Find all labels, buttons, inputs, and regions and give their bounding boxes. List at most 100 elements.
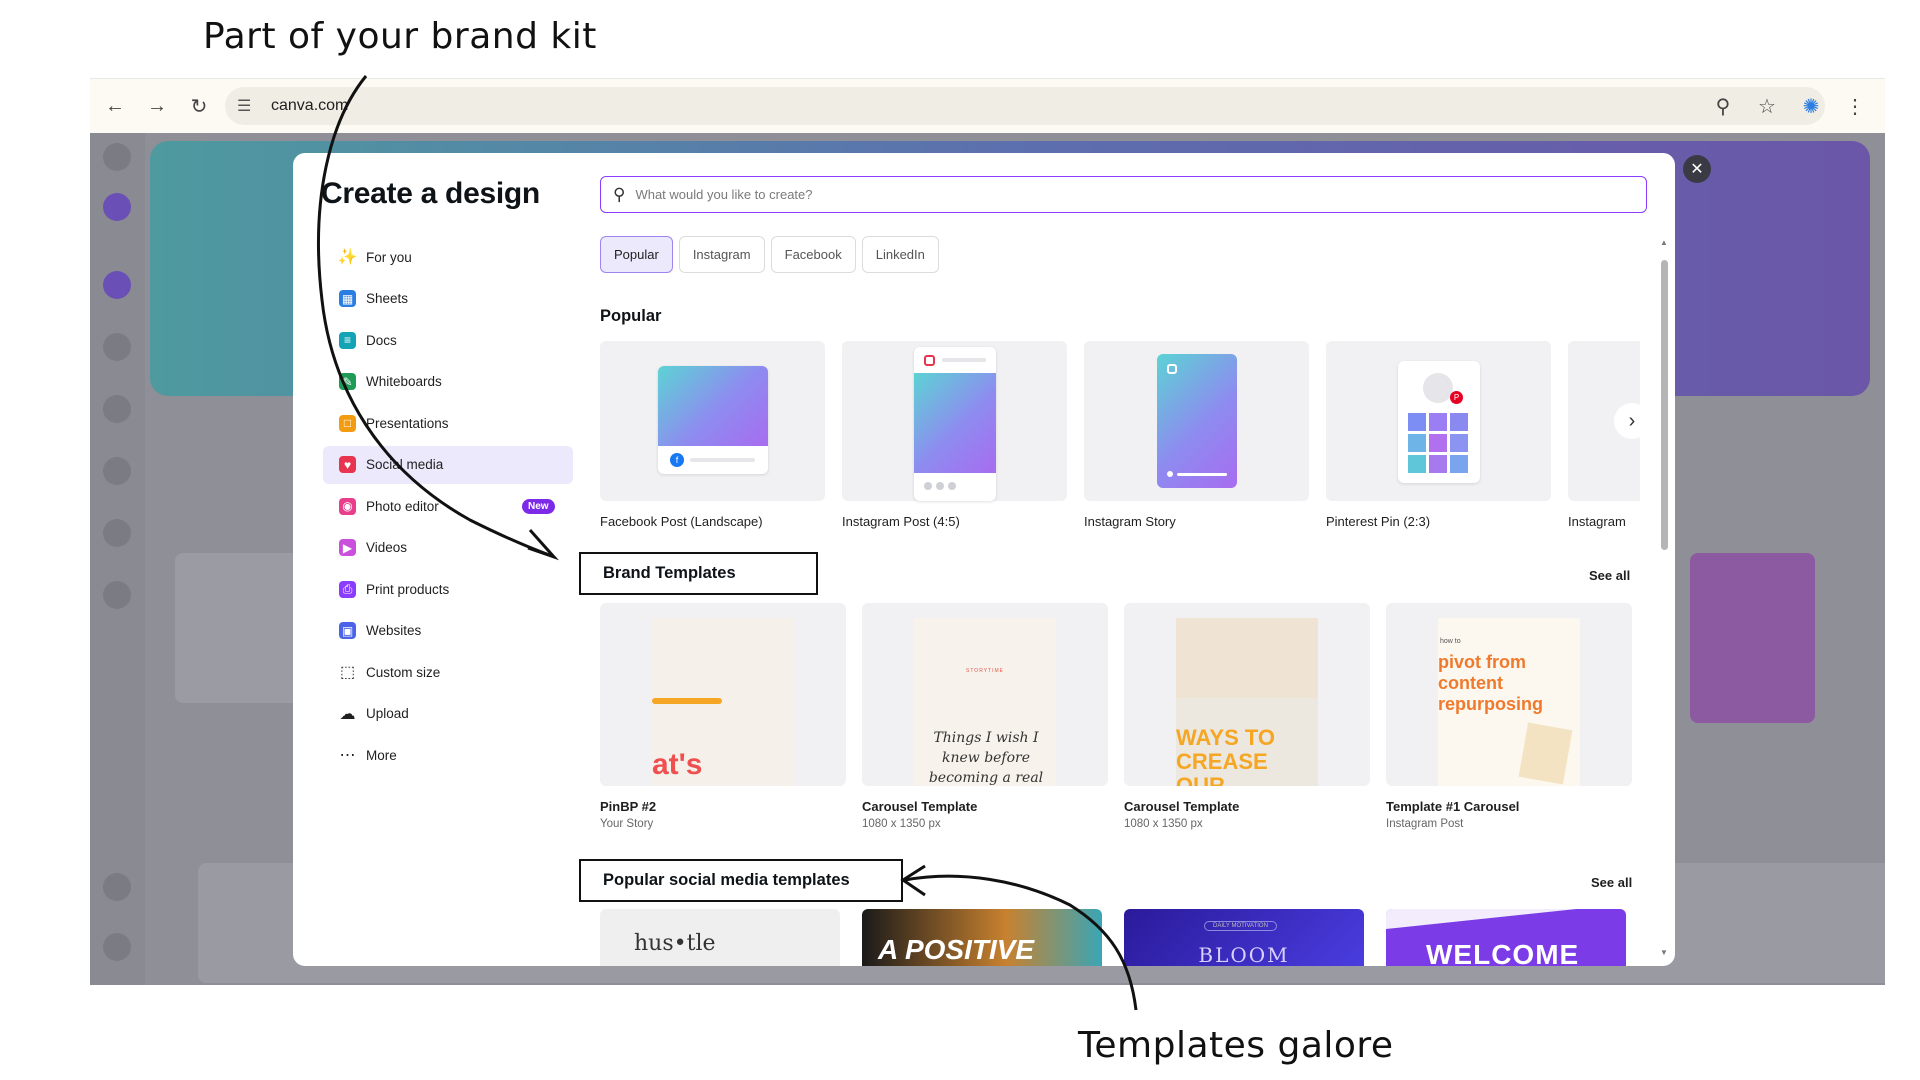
dialog-scrollbar[interactable]: ▲ ▼ xyxy=(1659,238,1669,960)
annotation-brand-kit: Part of your brand kit xyxy=(203,16,597,57)
brand-template-card[interactable]: at's xyxy=(600,603,846,786)
template-instagram-story[interactable] xyxy=(1084,341,1309,501)
browser-toolbar: ← → ↻ ☰ canva.com ⚲ ☆ ✺ ⋮ xyxy=(90,79,1885,133)
template-instagram-post[interactable] xyxy=(842,341,1067,501)
site-settings-icon[interactable]: ☰ xyxy=(237,96,263,116)
zoom-icon[interactable]: ⚲ xyxy=(1703,85,1743,127)
search-icon: ⚲ xyxy=(613,184,626,204)
brand-template-sub: 1080 x 1350 px xyxy=(1124,818,1203,830)
new-badge: New xyxy=(522,499,555,514)
nav-videos[interactable]: ▶ Videos xyxy=(323,529,573,567)
brand-see-all-link[interactable]: See all xyxy=(1589,568,1630,583)
filter-chips: Popular Instagram Facebook LinkedIn xyxy=(600,236,939,273)
crop-icon: ⬚ xyxy=(339,664,356,681)
brand-template-sub: 1080 x 1350 px xyxy=(862,818,941,830)
brand-template-name: Carousel Template xyxy=(862,799,978,814)
nav-label: Whiteboards xyxy=(366,374,442,389)
facebook-icon: f xyxy=(670,453,684,467)
chip-instagram[interactable]: Instagram xyxy=(678,236,765,273)
brand-template-sub: Instagram Post xyxy=(1386,818,1464,830)
upload-cloud-icon: ☁ xyxy=(339,705,356,723)
extension-icon[interactable]: ✺ xyxy=(1791,85,1831,127)
nav-custom-size[interactable]: ⬚ Custom size xyxy=(323,653,573,691)
nav-label: For you xyxy=(366,249,412,265)
template-pinterest-pin[interactable]: P xyxy=(1326,341,1551,501)
camera-icon: ◉ xyxy=(339,497,356,515)
video-icon: ▶ xyxy=(339,539,356,556)
printer-icon: ⎙ xyxy=(339,580,356,598)
template-label: Instagram xyxy=(1568,514,1626,529)
nav-upload[interactable]: ☁ Upload xyxy=(323,695,573,733)
nav-label: More xyxy=(366,747,397,763)
brand-template-card[interactable]: WAYS TO CREASE OUR REACH xyxy=(1124,603,1370,786)
whiteboard-icon: ✎ xyxy=(339,373,356,390)
nav-print-products[interactable]: ⎙ Print products xyxy=(323,570,573,608)
brand-template-name: Template #1 Carousel xyxy=(1386,799,1520,814)
carousel-next-button[interactable]: › xyxy=(1614,403,1650,439)
scrollbar-thumb[interactable] xyxy=(1661,260,1668,550)
kebab-menu-icon[interactable]: ⋮ xyxy=(1835,85,1875,127)
pinterest-icon: P xyxy=(1450,391,1463,404)
website-icon: ▣ xyxy=(339,622,356,639)
nav-presentations[interactable]: □ Presentations xyxy=(323,404,573,442)
annotation-templates: Templates galore xyxy=(1078,1025,1394,1066)
instagram-icon xyxy=(924,355,935,366)
dialog-title: Create a design xyxy=(321,177,540,210)
reload-icon[interactable]: ↻ xyxy=(178,85,220,127)
heart-icon: ♥ xyxy=(339,456,356,473)
nav-sheets[interactable]: ▦ Sheets xyxy=(323,280,573,318)
brand-template-name: Carousel Template xyxy=(1124,799,1240,814)
nav-whiteboards[interactable]: ✎ Whiteboards xyxy=(323,363,573,401)
sparkle-icon: ✨ xyxy=(337,249,358,266)
create-design-dialog: Create a design ✨ For you ▦ Sheets ≡ Doc… xyxy=(293,153,1675,966)
brand-template-card[interactable]: how to pivot from content repurposing xyxy=(1386,603,1632,786)
chip-popular[interactable]: Popular xyxy=(600,236,673,273)
bookmark-star-icon[interactable]: ☆ xyxy=(1747,85,1787,127)
back-arrow-icon[interactable]: ← xyxy=(94,85,136,127)
social-templates-heading: Popular social media templates xyxy=(579,859,903,902)
template-label: Instagram Story xyxy=(1084,514,1176,529)
popular-heading: Popular xyxy=(600,307,662,325)
presentation-icon: □ xyxy=(339,414,356,432)
sheets-icon: ▦ xyxy=(339,290,356,307)
nav-docs[interactable]: ≡ Docs xyxy=(323,321,573,359)
more-icon: ⋯ xyxy=(339,747,356,764)
template-label: Pinterest Pin (2:3) xyxy=(1326,514,1431,529)
nav-websites[interactable]: ▣ Websites xyxy=(323,612,573,650)
search-input[interactable] xyxy=(635,187,1596,202)
nav-label: Videos xyxy=(366,540,408,555)
nav-label: Photo editor xyxy=(366,498,439,514)
address-bar[interactable]: ☰ canva.com xyxy=(225,87,1825,125)
chip-linkedin[interactable]: LinkedIn xyxy=(861,236,939,273)
forward-arrow-icon[interactable]: → xyxy=(136,85,178,127)
template-label: Instagram Post (4:5) xyxy=(842,514,960,529)
template-facebook-post[interactable]: f xyxy=(600,341,825,501)
social-see-all-link[interactable]: See all xyxy=(1591,875,1632,890)
close-icon[interactable]: ✕ xyxy=(1683,155,1711,183)
template-thumbnail: at's xyxy=(652,618,794,786)
nav-label: Sheets xyxy=(366,291,409,306)
social-template-card[interactable]: WELCOME xyxy=(1386,909,1626,966)
brand-template-name: PinBP #2 xyxy=(600,799,657,814)
canva-side-rail xyxy=(90,133,145,985)
chip-facebook[interactable]: Facebook xyxy=(770,236,856,273)
nav-photo-editor[interactable]: ◉ Photo editor New xyxy=(323,487,573,525)
social-template-card[interactable]: A POSITIVE xyxy=(862,909,1102,966)
nav-label: Presentations xyxy=(366,415,449,431)
brand-template-card[interactable]: STORYTIME Things I wish I knew before be… xyxy=(862,603,1108,786)
url-text: canva.com xyxy=(271,97,349,114)
nav-label: Print products xyxy=(366,581,450,597)
nav-label: Custom size xyxy=(366,664,441,680)
template-thumbnail: STORYTIME Things I wish I knew before be… xyxy=(914,618,1056,786)
brand-template-sub: Your Story xyxy=(600,818,654,830)
template-thumbnail: how to pivot from content repurposing xyxy=(1438,618,1580,786)
nav-label: Social media xyxy=(366,457,444,472)
design-type-nav: ✨ For you ▦ Sheets ≡ Docs ✎ Whiteboards … xyxy=(323,238,573,778)
social-template-card[interactable]: DAILY MOTIVATION BLOOM xyxy=(1124,909,1364,966)
nav-social-media[interactable]: ♥ Social media xyxy=(323,445,573,484)
social-template-card[interactable]: hus•tle xyxy=(600,909,840,966)
nav-for-you[interactable]: ✨ For you xyxy=(323,238,573,276)
nav-more[interactable]: ⋯ More xyxy=(323,736,573,774)
design-search[interactable]: ⚲ xyxy=(600,176,1647,213)
template-label: Facebook Post (Landscape) xyxy=(600,514,763,529)
